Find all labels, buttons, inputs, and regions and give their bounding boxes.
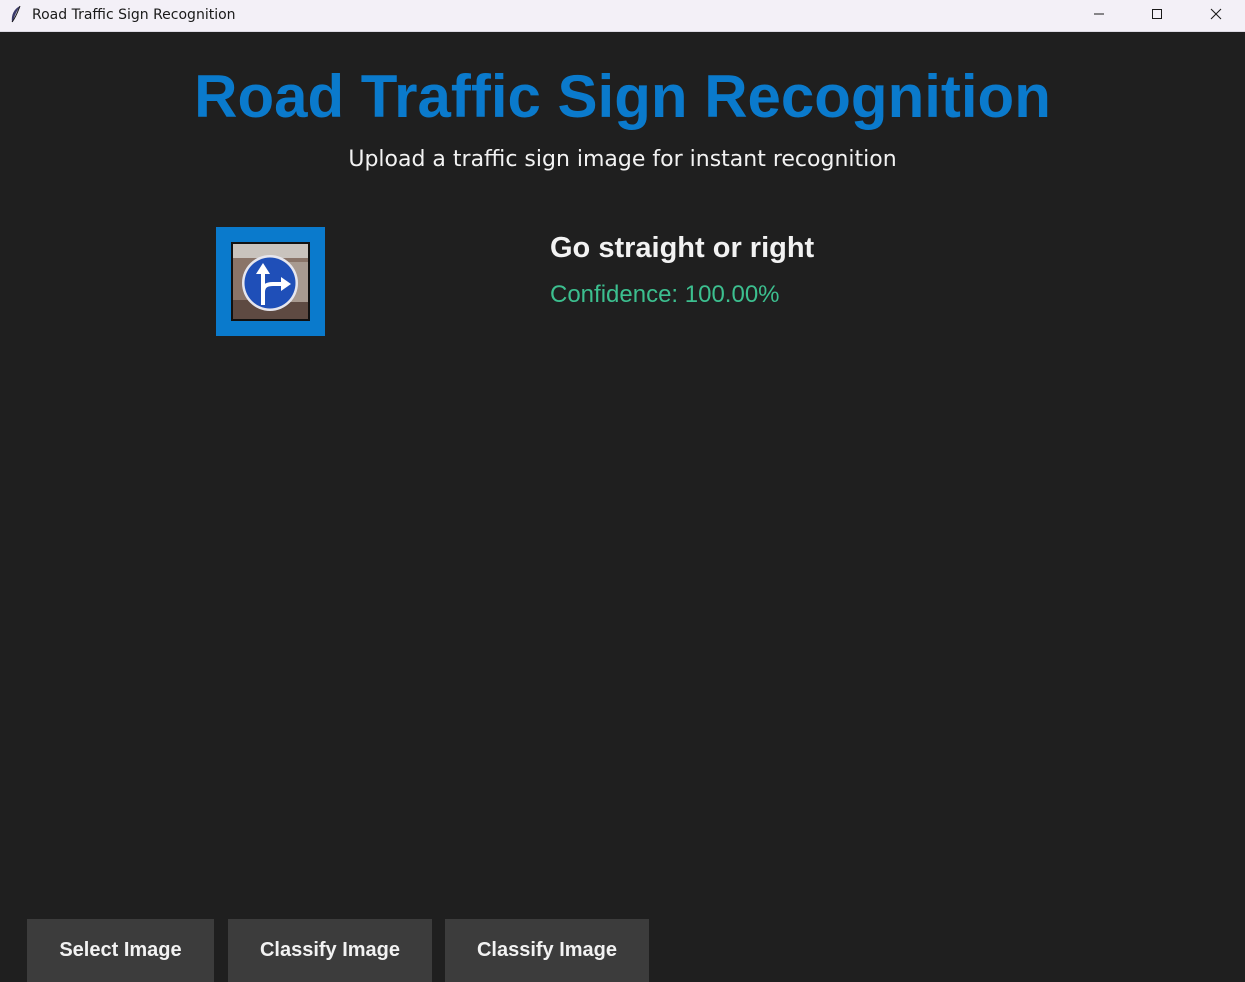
minimize-icon (1093, 7, 1105, 25)
confidence-text: Confidence: 100.00% (550, 281, 780, 308)
prediction-label: Go straight or right (550, 232, 815, 264)
feather-icon (8, 5, 24, 25)
app-subtitle: Upload a traffic sign image for instant … (348, 147, 897, 172)
maximize-icon (1151, 7, 1163, 25)
select-image-button[interactable]: Select Image (27, 919, 214, 982)
classify-image-button[interactable]: Classify Image (228, 919, 432, 982)
maximize-button[interactable] (1128, 0, 1186, 32)
app-title: Road Traffic Sign Recognition (194, 63, 1051, 130)
classify-image-button-2[interactable]: Classify Image (445, 919, 649, 982)
app-window: Road Traffic Sign Recognition Road Traff… (0, 0, 1245, 982)
image-preview (216, 227, 325, 336)
close-icon (1210, 7, 1222, 25)
traffic-sign-image (231, 242, 310, 321)
title-bar: Road Traffic Sign Recognition (0, 0, 1245, 32)
minimize-button[interactable] (1070, 0, 1128, 32)
window-title: Road Traffic Sign Recognition (32, 7, 236, 23)
close-button[interactable] (1187, 0, 1245, 32)
